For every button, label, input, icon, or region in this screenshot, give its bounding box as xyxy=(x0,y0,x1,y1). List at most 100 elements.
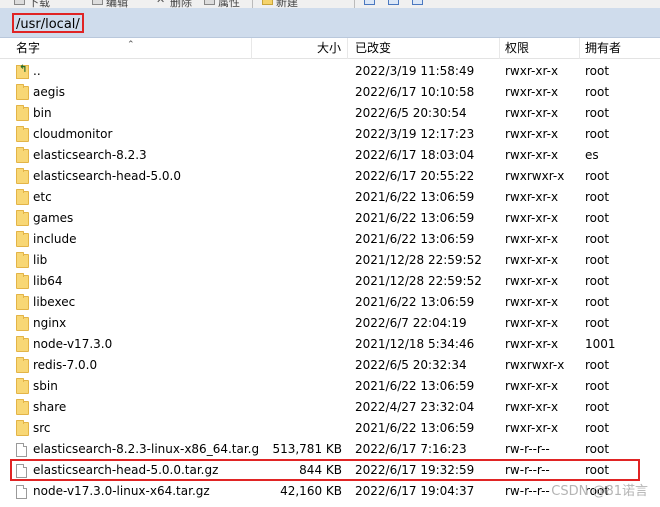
file-row[interactable]: games 2021/6/22 13:06:59 rwxr-xr-x root xyxy=(0,208,660,229)
path-bar[interactable]: /usr/local/ xyxy=(0,8,660,38)
file-row[interactable]: bin 2022/6/5 20:30:54 rwxr-xr-x root xyxy=(0,103,660,124)
column-modified-header[interactable]: 已改变 xyxy=(348,38,500,59)
properties-icon xyxy=(204,0,215,5)
file-size xyxy=(256,208,342,229)
file-name: sbin xyxy=(33,379,58,393)
file-row[interactable]: redis-7.0.0 2022/6/5 20:32:34 rwxrwxr-x roo… xyxy=(0,355,660,376)
file-owner: root xyxy=(585,295,610,309)
file-owner: root xyxy=(585,106,610,120)
file-permissions: rwxr-xr-x xyxy=(505,274,559,288)
file-row[interactable]: elasticsearch-head-5.0.0 2022/6/17 20:55:… xyxy=(0,166,660,187)
file-modified: 2021/6/22 13:06:59 xyxy=(355,190,475,204)
file-name: lib64 xyxy=(33,274,63,288)
column-owner-header[interactable]: 拥有者 xyxy=(580,38,660,59)
file-modified: 2022/6/17 20:55:22 xyxy=(355,169,475,183)
file-row[interactable]: aegis 2022/6/17 10:10:58 rwxr-xr-x root xyxy=(0,82,660,103)
file-row[interactable]: include 2021/6/22 13:06:59 rwxr-xr-x root xyxy=(0,229,660,250)
file-permissions: rwxr-xr-x xyxy=(505,127,559,141)
file-owner: 1001 xyxy=(585,337,616,351)
column-size-header[interactable]: 大小 xyxy=(252,38,348,59)
toolbar-delete-button[interactable]: ✕删除 xyxy=(156,0,192,8)
file-owner: root xyxy=(585,379,610,393)
file-row[interactable]: nginx 2022/6/7 22:04:19 rwxr-xr-x root xyxy=(0,313,660,334)
folder-icon xyxy=(16,189,29,205)
file-modified: 2022/3/19 11:58:49 xyxy=(355,64,475,78)
file-row[interactable]: lib 2021/12/28 22:59:52 rwxr-xr-x root xyxy=(0,250,660,271)
file-name: bin xyxy=(33,106,52,120)
file-permissions: rwxr-xr-x xyxy=(505,85,559,99)
folder-icon xyxy=(16,357,29,373)
file-row[interactable]: cloudmonitor 2022/3/19 12:17:23 rwxr-xr-x r… xyxy=(0,124,660,145)
file-row[interactable]: lib64 2021/12/28 22:59:52 rwxr-xr-x root xyxy=(0,271,660,292)
file-modified: 2022/4/27 23:32:04 xyxy=(355,400,475,414)
file-icon xyxy=(16,485,27,499)
sort-ascending-icon: ⌃ xyxy=(127,40,135,50)
file-permissions: rwxr-xr-x xyxy=(505,253,559,267)
file-row[interactable]: sbin 2021/6/22 13:06:59 rwxr-xr-x root xyxy=(0,376,660,397)
file-row[interactable]: src 2021/6/22 13:06:59 rwxr-xr-x root xyxy=(0,418,660,439)
file-permissions: rwxr-xr-x xyxy=(505,64,559,78)
file-name: node-v17.3.0 xyxy=(33,337,113,351)
column-name-header[interactable]: 名字 ⌃ xyxy=(0,38,252,59)
toolbar-separator xyxy=(354,0,355,8)
file-modified: 2022/6/17 19:04:37 xyxy=(355,484,475,498)
new-folder-icon xyxy=(262,0,273,5)
folder-icon xyxy=(16,105,29,121)
toolbar: 下载 编辑 ✕删除 属性 新建 xyxy=(0,0,660,8)
file-owner: root xyxy=(585,64,610,78)
toolbar-edit-button[interactable]: 编辑 xyxy=(92,0,128,8)
folder-icon xyxy=(16,273,29,289)
file-modified: 2021/6/22 13:06:59 xyxy=(355,295,475,309)
file-permissions: rwxr-xr-x xyxy=(505,295,559,309)
file-size xyxy=(256,166,342,187)
file-row[interactable]: elasticsearch-8.2.3 2022/6/17 18:03:04 rwx… xyxy=(0,145,660,166)
toolbar-download-button[interactable]: 下载 xyxy=(14,0,50,8)
file-permissions: rw-r--r-- xyxy=(505,463,550,477)
file-permissions: rwxr-xr-x xyxy=(505,106,559,120)
view-icon xyxy=(412,0,423,5)
file-row[interactable]: etc 2021/6/22 13:06:59 rwxr-xr-x root xyxy=(0,187,660,208)
file-list: ↰.. 2022/3/19 11:58:49 rwxr-xr-x root aegis 2… xyxy=(0,61,660,502)
file-row[interactable]: node-v17.3.0 2021/12/18 5:34:46 rwxr-xr-x 1… xyxy=(0,334,660,355)
file-permissions: rwxr-xr-x xyxy=(505,337,559,351)
file-row[interactable]: ↰.. 2022/3/19 11:58:49 rwxr-xr-x root xyxy=(0,61,660,82)
file-name: games xyxy=(33,211,74,225)
file-owner: root xyxy=(585,253,610,267)
folder-icon xyxy=(16,399,29,415)
file-size xyxy=(256,124,342,145)
file-permissions: rwxr-xr-x xyxy=(505,379,559,393)
file-name: include xyxy=(33,232,77,246)
file-permissions: rwxr-xr-x xyxy=(505,421,559,435)
toolbar-remove-button[interactable] xyxy=(388,0,402,8)
toolbar-new-button[interactable]: 新建 xyxy=(262,0,298,8)
file-name: elasticsearch-8.2.3 xyxy=(33,148,147,162)
file-permissions: rwxr-xr-x xyxy=(505,232,559,246)
download-icon xyxy=(14,0,25,5)
toolbar-properties-button[interactable]: 属性 xyxy=(204,0,240,8)
file-owner: root xyxy=(585,463,610,477)
edit-icon xyxy=(92,0,103,5)
file-row[interactable]: elasticsearch-head-5.0.0.tar.gz 844 KB 202… xyxy=(0,460,660,481)
file-owner: root xyxy=(585,400,610,414)
toolbar-add-button[interactable] xyxy=(364,0,378,8)
file-row[interactable]: share 2022/4/27 23:32:04 rwxr-xr-x root xyxy=(0,397,660,418)
file-size xyxy=(256,418,342,439)
file-modified: 2022/6/17 18:03:04 xyxy=(355,148,475,162)
file-modified: 2021/6/22 13:06:59 xyxy=(355,379,475,393)
file-modified: 2021/6/22 13:06:59 xyxy=(355,421,475,435)
file-row[interactable]: libexec 2021/6/22 13:06:59 rwxr-xr-x root xyxy=(0,292,660,313)
file-size xyxy=(256,292,342,313)
file-size xyxy=(256,334,342,355)
watermark: CSDN @81诺言 xyxy=(551,484,648,499)
file-owner: root xyxy=(585,211,610,225)
file-permissions: rwxr-xr-x xyxy=(505,148,559,162)
current-path[interactable]: /usr/local/ xyxy=(12,13,84,33)
column-permissions-header[interactable]: 权限 xyxy=(500,38,580,59)
file-row[interactable]: elasticsearch-8.2.3-linux-x86_64.tar.gz 5… xyxy=(0,439,660,460)
file-owner: root xyxy=(585,85,610,99)
toolbar-view-button[interactable] xyxy=(412,0,426,8)
folder-icon xyxy=(16,147,29,163)
file-permissions: rwxrwxr-x xyxy=(505,358,565,372)
folder-icon xyxy=(16,336,29,352)
file-owner: root xyxy=(585,442,610,456)
